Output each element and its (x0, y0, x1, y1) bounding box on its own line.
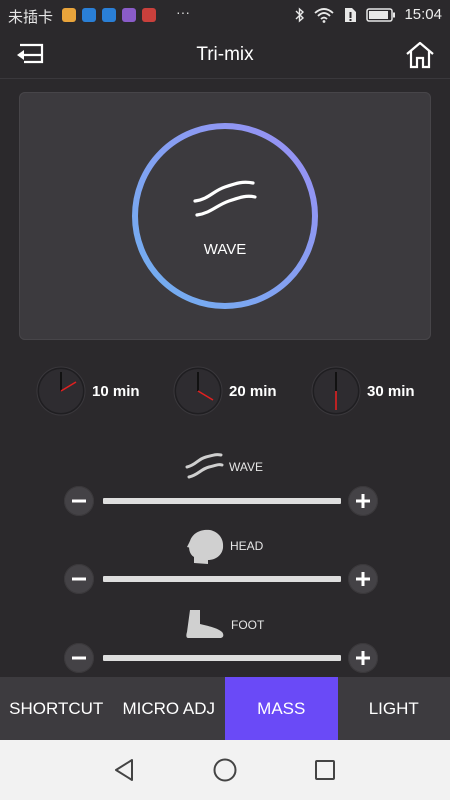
tab-shortcut[interactable]: SHORTCUT (0, 677, 113, 740)
wave-icon (185, 453, 224, 479)
tab-light[interactable]: LIGHT (338, 677, 450, 740)
page-title: Tri-mix (196, 44, 254, 65)
zone-foot-header: FOOT (0, 608, 450, 642)
foot-decrease-button[interactable] (64, 643, 94, 673)
tab-micro-adj[interactable]: MICRO ADJ (113, 677, 226, 740)
home-icon[interactable] (404, 40, 436, 70)
timer-10-min[interactable]: 10 min (36, 366, 140, 416)
plus-icon (356, 572, 370, 586)
carrier-text: 未插卡 (8, 9, 54, 26)
minus-icon (72, 656, 86, 660)
timer-20-min[interactable]: 20 min (173, 366, 277, 416)
wave-icon (193, 180, 257, 217)
timer-label: 20 min (229, 382, 277, 400)
mode-label: WAVE (203, 241, 247, 258)
zone-head-header: HEAD (0, 527, 450, 564)
head-icon (187, 529, 224, 564)
status-bar: 未插卡 ··· 15:04 (0, 0, 450, 32)
wave-decrease-button[interactable] (64, 486, 94, 516)
notification-icons (62, 8, 156, 22)
foot-intensity-slider[interactable] (103, 655, 341, 661)
no-sim-icon (345, 7, 357, 22)
clock-icon (173, 366, 223, 416)
system-indicators: 15:04 (294, 6, 442, 23)
zone-label: HEAD (230, 539, 264, 553)
bottom-tab-bar: SHORTCUT MICRO ADJ MASS LIGHT (0, 677, 450, 740)
minus-icon (72, 577, 86, 581)
bluetooth-icon (295, 6, 305, 23)
wave-increase-button[interactable] (348, 486, 378, 516)
plus-icon (356, 651, 370, 665)
gallery-app-icon (122, 8, 136, 22)
foot-icon (186, 610, 224, 638)
head-increase-button[interactable] (348, 564, 378, 594)
app-header: Tri-mix (0, 32, 450, 79)
timer-30-min[interactable]: 30 min (311, 366, 415, 416)
wifi-icon (314, 7, 335, 23)
home-circle-icon[interactable] (210, 755, 240, 785)
mail-app-icon (142, 8, 156, 22)
video-app-icon (82, 8, 96, 22)
head-decrease-button[interactable] (64, 564, 94, 594)
plus-icon (356, 494, 370, 508)
zone-label: WAVE (229, 460, 264, 474)
battery-icon (366, 7, 396, 22)
system-nav-bar (0, 740, 450, 800)
timer-label: 30 min (367, 382, 415, 400)
video-app-icon-2 (102, 8, 116, 22)
mode-panel: WAVE (19, 92, 431, 340)
tab-mass[interactable]: MASS (225, 677, 338, 740)
minus-icon (72, 499, 86, 503)
recents-square-icon[interactable] (310, 755, 340, 785)
more-notifications-icon: ··· (176, 4, 190, 20)
wave-intensity-slider[interactable] (103, 498, 341, 504)
photos-app-icon (62, 8, 76, 22)
foot-increase-button[interactable] (348, 643, 378, 673)
clock-icon (311, 366, 361, 416)
clock-icon (36, 366, 86, 416)
zone-wave-header: WAVE (0, 449, 450, 483)
back-triangle-icon[interactable] (110, 755, 140, 785)
timer-label: 10 min (92, 382, 140, 400)
clock-time: 15:04 (404, 6, 442, 23)
head-intensity-slider[interactable] (103, 576, 341, 582)
zone-label: FOOT (231, 618, 265, 632)
